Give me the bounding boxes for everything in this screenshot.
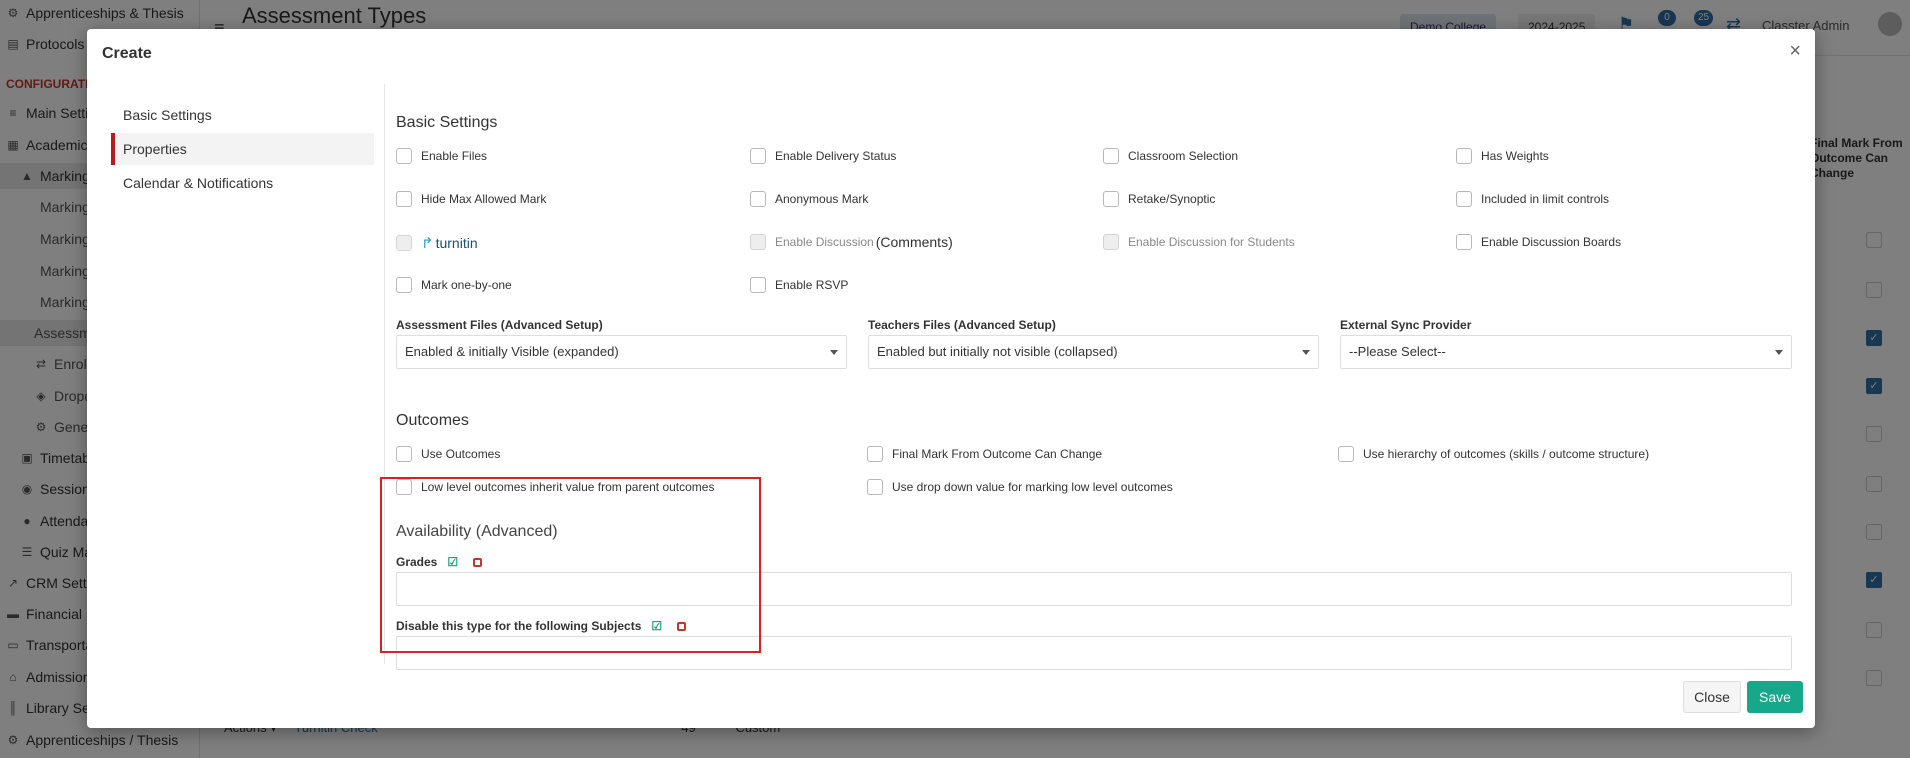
turnitin-logo: ↱ turnitin <box>421 235 478 252</box>
close-button[interactable]: Close <box>1683 681 1741 713</box>
create-modal: Create × Basic Settings Properties Calen… <box>87 29 1815 728</box>
enable-discussion-students-checkbox[interactable]: Enable Discussion for Students <box>1103 234 1295 250</box>
subjects-label: Disable this type for the following Subj… <box>396 619 687 633</box>
nav-calendar-notifications[interactable]: Calendar & Notifications <box>111 167 374 199</box>
chevron-down-icon <box>1302 350 1310 355</box>
select-all-icon[interactable]: ☑ <box>447 556 459 568</box>
enable-discussion-boards-checkbox[interactable]: Enable Discussion Boards <box>1456 234 1621 250</box>
teachers-files-select[interactable]: Enabled but initially not visible (colla… <box>868 335 1319 369</box>
subjects-multiselect[interactable] <box>396 636 1792 670</box>
availability-title: Availability (Advanced) <box>396 523 558 540</box>
outcomes-title: Outcomes <box>396 412 469 429</box>
grades-label: Grades ☑ <box>396 555 483 569</box>
basic-settings-title: Basic Settings <box>396 114 498 131</box>
external-sync-label: External Sync Provider <box>1340 318 1472 332</box>
nav-basic-settings[interactable]: Basic Settings <box>111 99 374 131</box>
anonymous-mark-checkbox[interactable]: Anonymous Mark <box>750 191 868 207</box>
use-outcomes-checkbox[interactable]: Use Outcomes <box>396 446 500 462</box>
close-icon[interactable]: × <box>1789 41 1801 61</box>
enable-delivery-status-checkbox[interactable]: Enable Delivery Status <box>750 148 896 164</box>
included-in-limit-controls-checkbox[interactable]: Included in limit controls <box>1456 191 1609 207</box>
hierarchy-outcomes-checkbox[interactable]: Use hierarchy of outcomes (skills / outc… <box>1338 446 1649 462</box>
enable-discussion-checkbox[interactable]: Enable Discussion (Comments) <box>750 234 953 250</box>
external-sync-select[interactable]: --Please Select-- <box>1340 335 1792 369</box>
deselect-all-icon[interactable] <box>473 557 483 567</box>
nav-properties[interactable]: Properties <box>111 133 374 165</box>
teachers-files-label: Teachers Files (Advanced Setup) <box>868 318 1056 332</box>
properties-content: Basic Settings Enable Files Enable Deliv… <box>384 84 1804 670</box>
mark-one-by-one-checkbox[interactable]: Mark one-by-one <box>396 277 512 293</box>
grades-multiselect[interactable] <box>396 572 1792 606</box>
select-all-icon[interactable]: ☑ <box>651 620 663 632</box>
final-mark-outcome-checkbox[interactable]: Final Mark From Outcome Can Change <box>867 446 1102 462</box>
deselect-all-icon[interactable] <box>677 621 687 631</box>
enable-rsvp-checkbox[interactable]: Enable RSVP <box>750 277 848 293</box>
turnitin-checkbox[interactable]: ↱ turnitin <box>396 234 478 252</box>
assessment-files-label: Assessment Files (Advanced Setup) <box>396 318 603 332</box>
turnitin-icon: ↱ <box>421 235 434 252</box>
enable-files-checkbox[interactable]: Enable Files <box>396 148 487 164</box>
hide-max-allowed-mark-checkbox[interactable]: Hide Max Allowed Mark <box>396 191 546 207</box>
has-weights-checkbox[interactable]: Has Weights <box>1456 148 1549 164</box>
chevron-down-icon <box>830 350 838 355</box>
save-button[interactable]: Save <box>1747 681 1803 713</box>
classroom-selection-checkbox[interactable]: Classroom Selection <box>1103 148 1238 164</box>
drop-down-low-level-checkbox[interactable]: Use drop down value for marking low leve… <box>867 479 1173 495</box>
retake-synoptic-checkbox[interactable]: Retake/Synoptic <box>1103 191 1215 207</box>
modal-side-nav: Basic Settings Properties Calendar & Not… <box>111 99 374 199</box>
modal-title: Create <box>102 45 152 62</box>
chevron-down-icon <box>1775 350 1783 355</box>
assessment-files-select[interactable]: Enabled & initially Visible (expanded) <box>396 335 847 369</box>
low-level-inherit-checkbox[interactable]: Low level outcomes inherit value from pa… <box>396 479 714 495</box>
